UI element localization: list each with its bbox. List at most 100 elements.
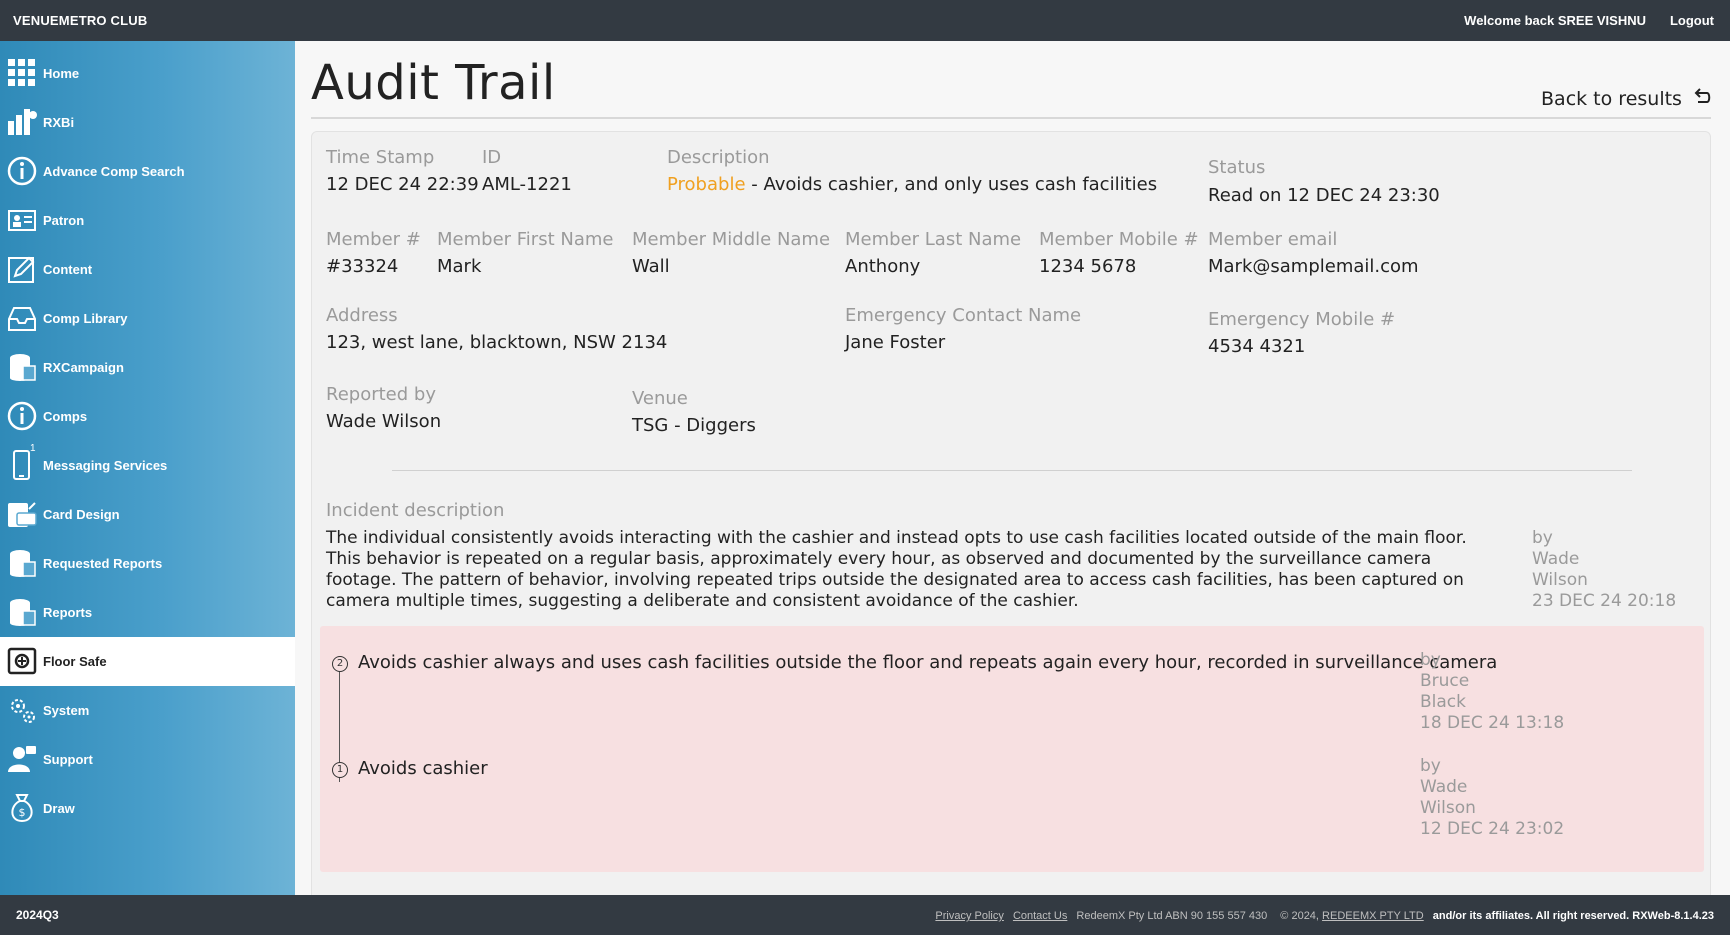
- sidebar-item-system[interactable]: System: [0, 686, 295, 735]
- incident-line: camera multiple times, suggesting a deli…: [326, 591, 1079, 611]
- timestamp-label: Time Stamp: [326, 147, 435, 168]
- notification-badge: 1: [30, 443, 36, 454]
- back-to-results-link[interactable]: Back to results: [1541, 87, 1712, 112]
- sidebar-item-comp-library[interactable]: Comp Library: [0, 294, 295, 343]
- sidebar-item-label: RXCampaign: [43, 360, 124, 375]
- status-value: Read on 12 DEC 24 23:30: [1208, 185, 1440, 206]
- history-text: Avoids cashier: [358, 758, 488, 779]
- sidebar-item-label: Comps: [43, 409, 88, 424]
- author-first-name: Wade: [1420, 777, 1468, 797]
- rights-text: and/or its affiliates. All right reserve…: [1432, 910, 1714, 922]
- sidebar-item-floor-safe[interactable]: Floor Safe: [0, 637, 295, 686]
- version-label: 2024Q3: [16, 908, 59, 922]
- sidebar-item-home[interactable]: Home: [0, 49, 295, 98]
- venue-value: TSG - Diggers: [632, 415, 756, 436]
- info-icon: [7, 401, 37, 431]
- database-icon: [7, 548, 37, 578]
- audit-record-card: Time Stamp 12 DEC 24 22:39 ID AML-1221 D…: [311, 131, 1711, 911]
- emergency-mobile-value: 4534 4321: [1208, 336, 1306, 357]
- sidebar-item-label: Advance Comp Search: [43, 164, 185, 179]
- sidebar-item-messaging-services[interactable]: 1 Messaging Services: [0, 441, 295, 490]
- copyright-prefix: © 2024,: [1280, 910, 1323, 922]
- id-value: AML-1221: [482, 174, 572, 195]
- contact-us-link[interactable]: Contact Us: [1013, 910, 1067, 922]
- author-last-name: Wilson: [1532, 570, 1588, 590]
- email-label: Member email: [1208, 229, 1338, 250]
- edit-icon: [7, 254, 37, 284]
- emergency-name-value: Jane Foster: [845, 332, 946, 353]
- member-number-label: Member #: [326, 229, 421, 250]
- last-name-value: Anthony: [845, 256, 921, 277]
- footer-links: Privacy Policy Contact Us RedeemX Pty Lt…: [935, 910, 1714, 922]
- address-label: Address: [326, 305, 398, 326]
- welcome-prefix: Welcome back: [1464, 13, 1558, 28]
- status-label: Status: [1208, 157, 1266, 178]
- by-label: by: [1532, 528, 1553, 548]
- footer: 2024Q3 Privacy Policy Contact Us RedeemX…: [0, 895, 1730, 935]
- back-link-label: Back to results: [1541, 88, 1682, 110]
- description-text: - Avoids cashier, and only uses cash fac…: [745, 174, 1158, 195]
- grid-icon: [7, 58, 37, 88]
- by-label: by: [1420, 756, 1441, 776]
- author-last-name: Black: [1420, 692, 1466, 712]
- logout-link[interactable]: Logout: [1670, 13, 1714, 28]
- privacy-policy-link[interactable]: Privacy Policy: [935, 910, 1003, 922]
- incident-description-label: Incident description: [326, 500, 505, 521]
- last-name-label: Member Last Name: [845, 229, 1022, 250]
- timestamp-value: 12 DEC 24 22:39: [326, 174, 479, 195]
- card-icon: [7, 499, 37, 529]
- support-icon: [7, 744, 37, 774]
- sidebar-item-card-design[interactable]: Card Design: [0, 490, 295, 539]
- id-label: ID: [482, 147, 502, 168]
- incident-description-text: The individual consistently avoids inter…: [326, 528, 1506, 612]
- sidebar-item-content[interactable]: Content: [0, 245, 295, 294]
- description-value: Probable - Avoids cashier, and only uses…: [667, 174, 1157, 195]
- status-probable: Probable: [667, 174, 746, 195]
- sidebar-item-label: Requested Reports: [43, 556, 163, 571]
- description-label: Description: [667, 147, 770, 168]
- sidebar-item-label: Patron: [43, 213, 85, 228]
- username: SREE VISHNU: [1557, 13, 1646, 28]
- sidebar-item-label: System: [43, 703, 90, 718]
- sidebar-item-label: RXBi: [43, 115, 75, 130]
- title-divider: [311, 117, 1711, 119]
- sidebar-item-rxbi[interactable]: RXBi: [0, 98, 295, 147]
- history-number: 1: [332, 762, 348, 778]
- money-bag-icon: $: [7, 793, 37, 823]
- sidebar-item-label: Support: [43, 752, 93, 767]
- tray-icon: [7, 303, 37, 333]
- sidebar-item-advance-comp-search[interactable]: Advance Comp Search: [0, 147, 295, 196]
- author-first-name: Bruce: [1420, 671, 1470, 691]
- sidebar-item-requested-reports[interactable]: Requested Reports: [0, 539, 295, 588]
- sidebar-item-support[interactable]: Support: [0, 735, 295, 784]
- database-icon: [7, 597, 37, 627]
- incident-author: by Wade Wilson 23 DEC 24 20:18: [1532, 528, 1676, 612]
- middle-name-value: Wall: [632, 256, 670, 277]
- sidebar-item-label: Content: [43, 262, 93, 277]
- mobile-label: Member Mobile #: [1039, 229, 1199, 250]
- sidebar-item-patron[interactable]: Patron: [0, 196, 295, 245]
- venue-label: Venue: [632, 388, 688, 409]
- sidebar-item-draw[interactable]: $ Draw: [0, 784, 295, 833]
- address-value: 123, west lane, blacktown, NSW 2134: [326, 332, 668, 353]
- incident-line: The individual consistently avoids inter…: [326, 528, 1467, 548]
- sidebar-item-label: Card Design: [43, 507, 120, 522]
- database-icon: [7, 352, 37, 382]
- company-link[interactable]: REDEEMX PTY LTD: [1322, 910, 1424, 922]
- sidebar: Home RXBi Advance Comp Search Patron Con…: [0, 41, 295, 895]
- first-name-value: Mark: [437, 256, 482, 277]
- incident-line: footage. The pattern of behavior, involv…: [326, 570, 1464, 590]
- return-arrow-icon: [1692, 87, 1712, 112]
- chart-icon: [7, 107, 37, 137]
- sidebar-item-rxcampaign[interactable]: RXCampaign: [0, 343, 295, 392]
- safe-icon: [7, 646, 37, 676]
- author-first-name: Wade: [1532, 549, 1580, 569]
- sidebar-item-comps[interactable]: Comps: [0, 392, 295, 441]
- phone-icon: [7, 450, 37, 480]
- page-title: Audit Trail: [311, 55, 556, 111]
- sidebar-item-reports[interactable]: Reports: [0, 588, 295, 637]
- sidebar-item-label: Home: [43, 66, 80, 81]
- sidebar-item-label: Comp Library: [43, 311, 128, 326]
- emergency-name-label: Emergency Contact Name: [845, 305, 1082, 326]
- author-timestamp: 18 DEC 24 13:18: [1420, 713, 1565, 733]
